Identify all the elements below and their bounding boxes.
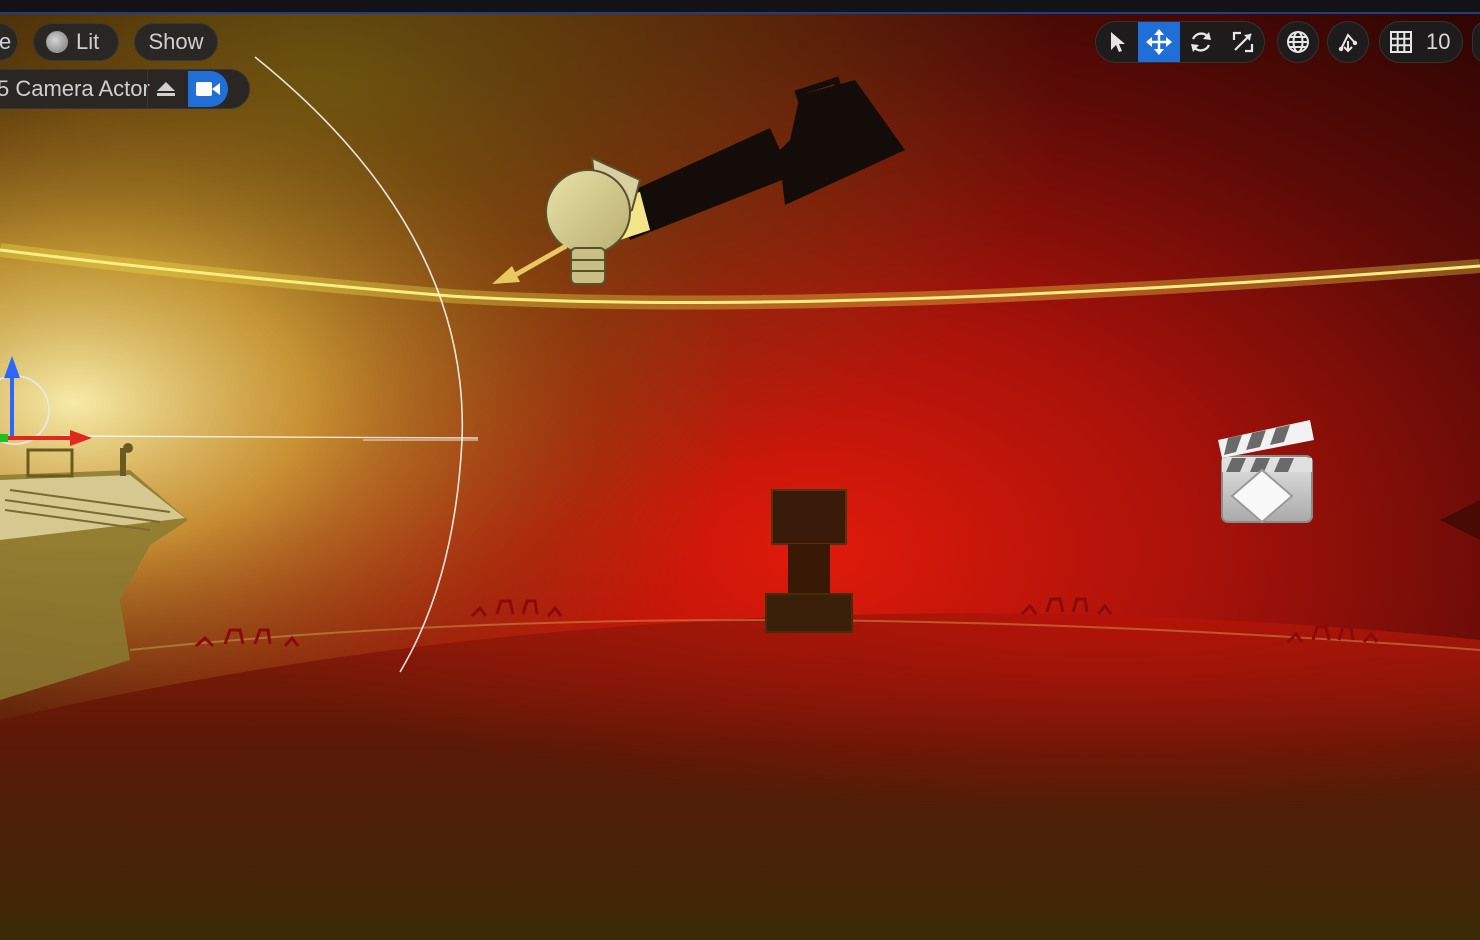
- scale-tool-button[interactable]: [1222, 22, 1264, 62]
- scale-icon: [1232, 31, 1254, 53]
- level-viewport[interactable]: e Lit Show 5 Camera Actor 10: [0, 0, 1480, 940]
- rotate-tool-button[interactable]: [1180, 22, 1222, 62]
- view-mode-dropdown[interactable]: Lit: [33, 23, 119, 61]
- viewport-mode-label: e: [0, 29, 12, 54]
- pilot-actor-bar: 5 Camera Actor: [0, 69, 250, 109]
- eject-icon: [157, 82, 175, 96]
- video-camera-icon: [196, 82, 220, 96]
- eject-button[interactable]: [147, 69, 184, 109]
- grid-snap-control[interactable]: 10: [1379, 21, 1463, 63]
- lit-sphere-icon: [46, 31, 68, 53]
- scene-render[interactable]: [0, 14, 1480, 940]
- coordinate-space-toggle[interactable]: [1277, 21, 1319, 63]
- grid-icon: [1390, 31, 1412, 53]
- cursor-arrow-icon: [1111, 32, 1125, 52]
- viewport-top-border: [0, 0, 1480, 14]
- select-tool-button[interactable]: [1096, 22, 1138, 62]
- globe-icon: [1287, 31, 1309, 53]
- translate-tool-button[interactable]: [1138, 22, 1180, 62]
- transform-tools: [1095, 21, 1265, 63]
- view-mode-label: Lit: [76, 29, 100, 54]
- grid-size-value[interactable]: 10: [1422, 29, 1450, 55]
- rotate-icon: [1191, 32, 1211, 52]
- grid-snap-toggle[interactable]: [1380, 22, 1422, 62]
- surface-snap-icon: [1338, 33, 1358, 53]
- show-label: Show: [148, 29, 204, 54]
- pilot-actor-label: 5 Camera Actor: [0, 76, 150, 101]
- move-arrows-icon: [1146, 29, 1172, 55]
- camera-view-toggle-button[interactable]: [188, 71, 228, 107]
- show-dropdown[interactable]: Show: [134, 23, 218, 61]
- surface-snapping-toggle[interactable]: [1327, 21, 1369, 63]
